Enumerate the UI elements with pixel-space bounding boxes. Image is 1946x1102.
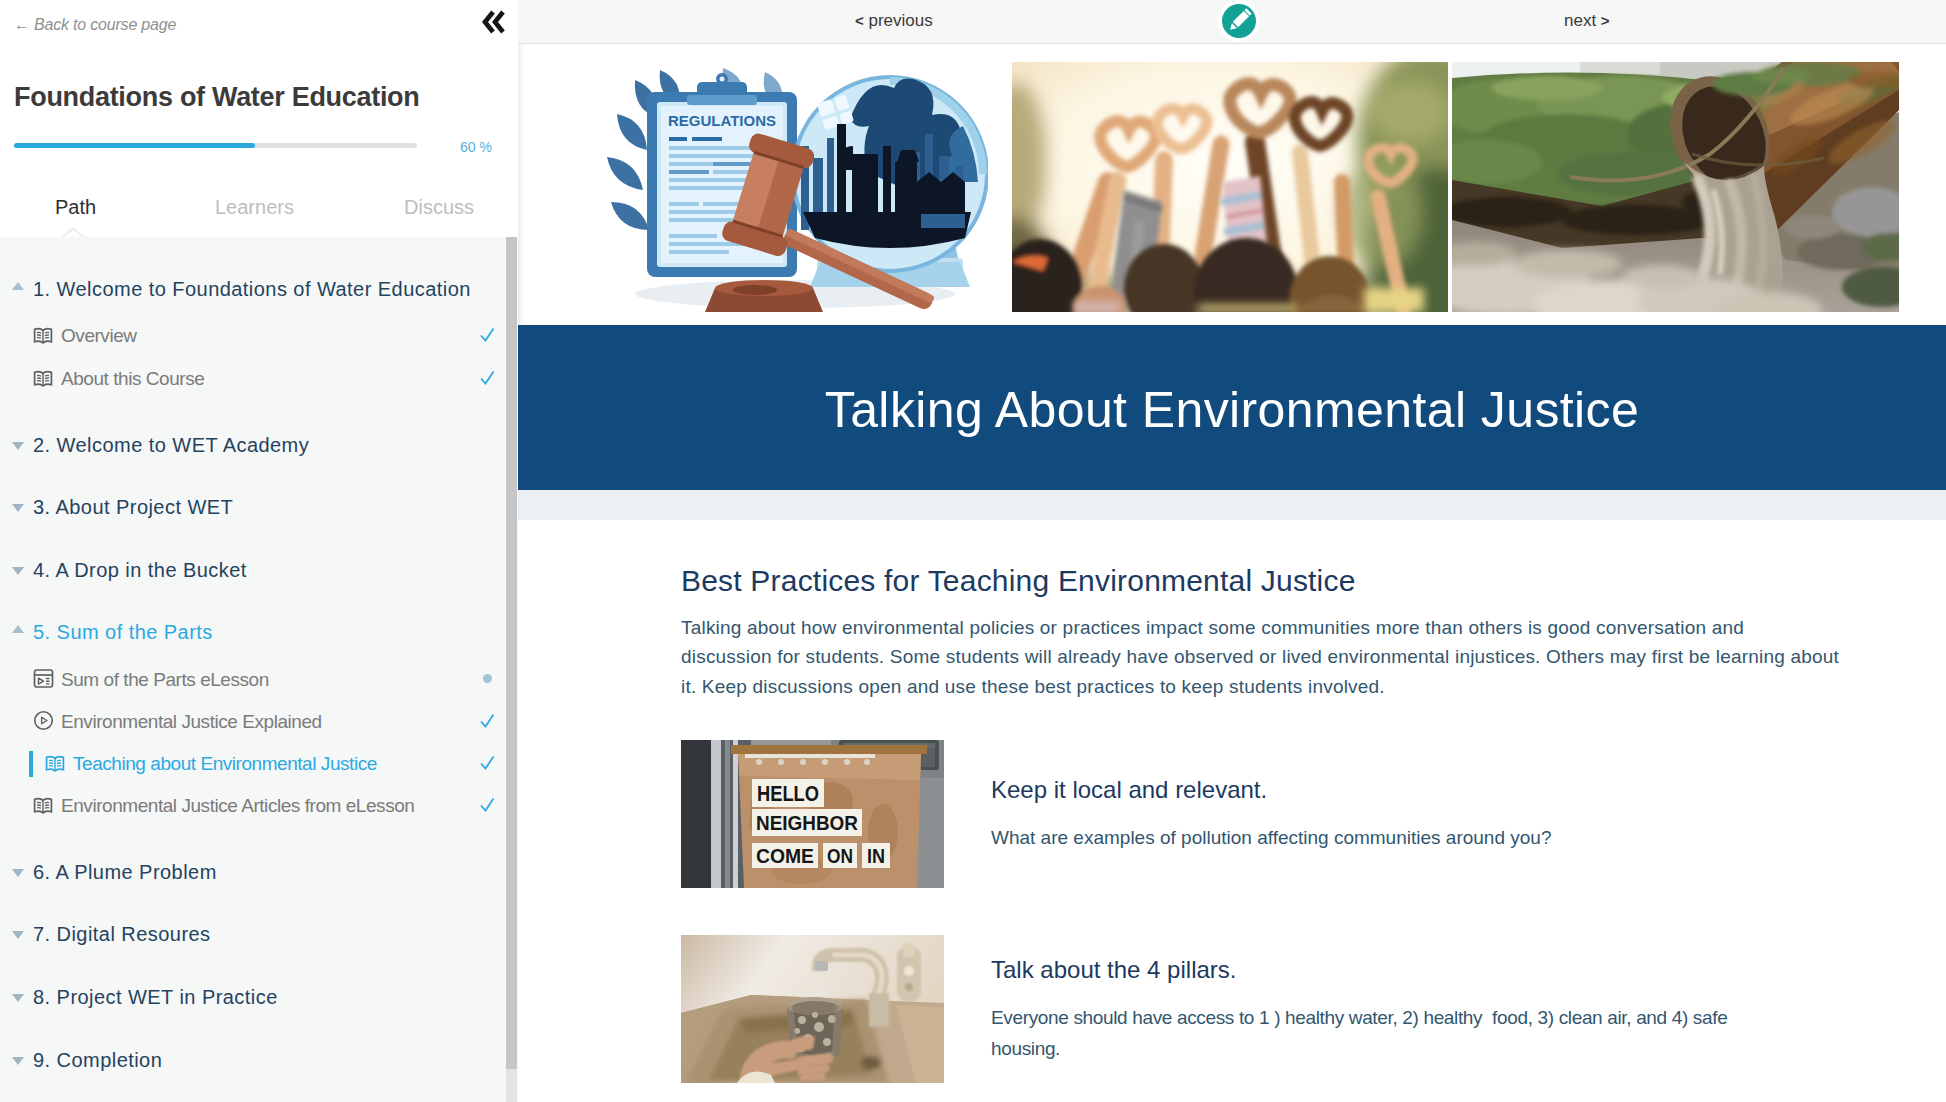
svg-text:REGULATIONS: REGULATIONS [668,112,776,129]
svg-text:ON: ON [827,845,853,867]
svg-text:IN: IN [867,845,885,867]
svg-text:COME: COME [756,845,814,867]
svg-text:HELLO: HELLO [757,781,819,806]
svg-text:NEIGHBOR: NEIGHBOR [756,811,858,834]
